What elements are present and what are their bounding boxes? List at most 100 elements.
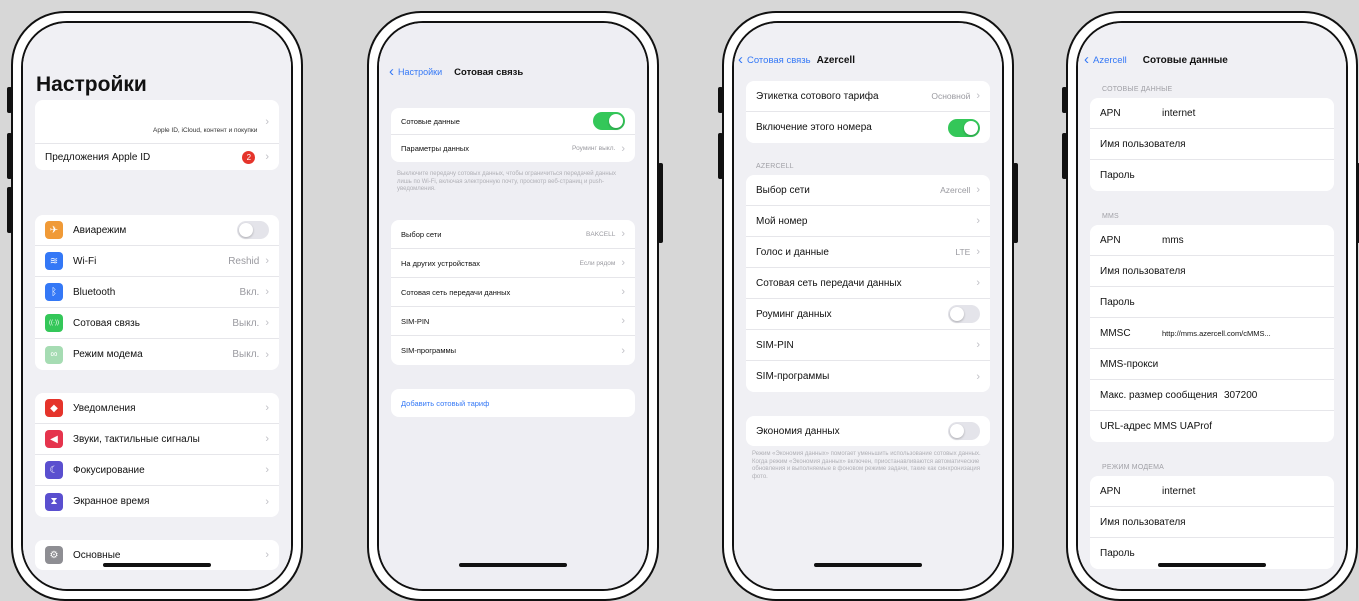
- chevron-right-icon: ›: [265, 151, 269, 163]
- settings-row-apn[interactable]: APN internet: [1090, 98, 1334, 129]
- chevron-right-icon: ›: [976, 277, 980, 289]
- nav-bar: ‹ Azercell Сотовые данные: [1078, 49, 1346, 71]
- footnote: Режим «Экономия данных» помогает уменьши…: [752, 451, 981, 480]
- settings-row-mms-прокси[interactable]: MMS-прокси: [1090, 349, 1334, 380]
- row-label: APN: [1100, 485, 1121, 497]
- back-button[interactable]: ‹ Сотовая связь: [738, 52, 811, 67]
- moon-icon: ☾: [45, 461, 63, 479]
- settings-row-уведомления[interactable]: ◆ Уведомления ›: [35, 393, 279, 424]
- settings-row-выбор-сети[interactable]: Выбор сети BAKCELL ›: [391, 220, 635, 249]
- settings-row-url-адрес-mms-uaprof[interactable]: URL-адрес MMS UAProf: [1090, 411, 1334, 442]
- screen: ‹ Azercell Сотовые данные СОТОВЫЕ ДАННЫЕ…: [1078, 23, 1346, 589]
- settings-row-sim-программы[interactable]: SIM-программы ›: [746, 361, 990, 392]
- settings-row-mmsc[interactable]: MMSC http://mms.azercell.com/cMMS...: [1090, 318, 1334, 349]
- settings-row-режим-модема[interactable]: ∞ Режим модема Выкл. ›: [35, 339, 279, 370]
- notifications-group: ◆ Уведомления › ◀ Звуки, тактильные сигналы ›…: [35, 393, 279, 517]
- chevron-right-icon: ›: [976, 370, 980, 383]
- row-label: Уведомления: [73, 402, 136, 414]
- phone-cellular-data: ‹ Azercell Сотовые данные СОТОВЫЕ ДАННЫЕ…: [1062, 11, 1359, 601]
- row-value: LTE: [955, 247, 971, 257]
- settings-row-выбор-сети[interactable]: Выбор сети Azercell ›: [746, 175, 990, 206]
- row-value: Выкл.: [232, 317, 260, 329]
- toggle-switch[interactable]: [593, 112, 625, 130]
- gear-icon: ⚙: [45, 546, 63, 564]
- settings-row-сотовые-данные[interactable]: Сотовые данные: [391, 108, 635, 135]
- apple-id-subtitle: Apple ID, iCloud, контент и покупки: [153, 127, 258, 134]
- row-value: internet: [1162, 107, 1196, 119]
- chevron-right-icon: ›: [621, 257, 625, 269]
- phone-cellular: ‹ Настройки Сотовая связь Сотовые данные…: [367, 11, 663, 601]
- settings-row-bluetooth[interactable]: ᛒ Bluetooth Вкл. ›: [35, 277, 279, 308]
- back-button[interactable]: ‹ Настройки: [389, 64, 442, 79]
- settings-row-экономия-данных[interactable]: Экономия данных: [746, 416, 990, 446]
- settings-row-звуки-тактильные-сигналы[interactable]: ◀ Звуки, тактильные сигналы ›: [35, 424, 279, 455]
- settings-row-этикетка-сотового-тарифа[interactable]: Этикетка сотового тарифа Основной ›: [746, 81, 990, 112]
- row-label: Сотовые данные: [401, 116, 460, 126]
- settings-row-sim-pin[interactable]: SIM-PIN ›: [746, 330, 990, 361]
- bell-icon: ◆: [45, 399, 63, 417]
- screen: ‹ Сотовая связь Azercell Этикетка сотово…: [734, 23, 1002, 589]
- settings-row-имя-пользователя[interactable]: Имя пользователя: [1090, 129, 1334, 160]
- apple-id-row[interactable]: Apple ID, iCloud, контент и покупки ›: [35, 100, 279, 144]
- speaker-icon: ◀: [45, 430, 63, 448]
- section-header: СОТОВЫЕ ДАННЫЕ: [1102, 86, 1173, 93]
- settings-row-роуминг-данных[interactable]: Роуминг данных: [746, 299, 990, 330]
- wifi-icon: ≋: [45, 252, 63, 270]
- row-label: Сотовая сеть передачи данных: [401, 287, 511, 297]
- toggle-switch[interactable]: [948, 305, 980, 323]
- row-label: SIM-программы: [756, 371, 830, 382]
- row-value: internet: [1162, 485, 1196, 497]
- add-plan-button[interactable]: Добавить сотовый тариф: [391, 389, 635, 417]
- settings-row-имя-пользователя[interactable]: Имя пользователя: [1090, 256, 1334, 287]
- back-button[interactable]: ‹ Azercell: [1084, 52, 1127, 67]
- chevron-right-icon: ›: [621, 286, 625, 298]
- settings-row-сотовая-сеть-передачи-данных[interactable]: Сотовая сеть передачи данных ›: [391, 278, 635, 307]
- settings-row-сотовая-связь[interactable]: ((·)) Сотовая связь Выкл. ›: [35, 308, 279, 339]
- page-title: Настройки: [36, 73, 147, 96]
- nav-title: Сотовая связь: [454, 66, 524, 78]
- back-label: Azercell: [1093, 54, 1127, 66]
- settings-row-авиарежим[interactable]: ✈ Авиарежим: [35, 215, 279, 246]
- chevron-right-icon: ›: [265, 317, 269, 329]
- row-label: SIM-PIN: [756, 339, 794, 351]
- home-indicator: [1158, 563, 1266, 567]
- settings-row-на-других-устройствах[interactable]: На других устройствах Если рядом ›: [391, 249, 635, 278]
- settings-row-сотовая-сеть-передачи-данных[interactable]: Сотовая сеть передачи данных ›: [746, 268, 990, 299]
- row-label: SIM-программы: [401, 346, 457, 355]
- screen: ‹ Настройки Сотовая связь Сотовые данные…: [379, 23, 647, 589]
- row-label: Выбор сети: [401, 229, 442, 239]
- row-label: SIM-PIN: [401, 316, 430, 326]
- settings-row-мой-номер[interactable]: Мой номер ›: [746, 206, 990, 237]
- row-label: Экранное время: [73, 496, 150, 507]
- row-label: Этикетка сотового тарифа: [756, 90, 879, 102]
- chevron-right-icon: ›: [976, 184, 980, 196]
- toggle-switch[interactable]: [948, 118, 980, 137]
- phone-azercell: ‹ Сотовая связь Azercell Этикетка сотово…: [718, 11, 1018, 601]
- settings-row-wi-fi[interactable]: ≋ Wi-Fi Reshid ›: [35, 246, 279, 277]
- settings-row-имя-пользователя[interactable]: Имя пользователя: [1090, 507, 1334, 538]
- chevron-right-icon: ›: [265, 433, 269, 445]
- settings-row-sim-программы[interactable]: SIM-программы ›: [391, 336, 635, 365]
- row-label: Мой номер: [756, 215, 808, 227]
- settings-row-включение-этого-номера[interactable]: Включение этого номера: [746, 112, 990, 143]
- bluetooth-icon: ᛒ: [45, 283, 63, 301]
- chevron-right-icon: ›: [265, 549, 269, 561]
- row-value: Если рядом: [579, 259, 616, 267]
- settings-row-apn[interactable]: APN mms: [1090, 225, 1334, 256]
- settings-row-параметры-данных[interactable]: Параметры данных Роуминг выкл. ›: [391, 135, 635, 162]
- apple-id-offers-row[interactable]: Предложения Apple ID 2 ›: [35, 144, 279, 170]
- plan-group: Этикетка сотового тарифа Основной › Включен…: [746, 81, 990, 143]
- row-label: Имя пользователя: [1100, 265, 1186, 277]
- settings-row-apn[interactable]: APN internet: [1090, 476, 1334, 507]
- cellular-data-group: APN internet Имя пользователя Пароль: [1090, 98, 1334, 191]
- toggle-switch[interactable]: [948, 422, 980, 440]
- settings-row-экранное-время[interactable]: ⧗ Экранное время ›: [35, 486, 279, 517]
- settings-row-пароль[interactable]: Пароль: [1090, 287, 1334, 318]
- airplane-mode-toggle[interactable]: [237, 221, 269, 239]
- settings-row-голос-и-данные[interactable]: Голос и данные LTE ›: [746, 237, 990, 268]
- settings-row-sim-pin[interactable]: SIM-PIN ›: [391, 307, 635, 336]
- settings-row-пароль[interactable]: Пароль: [1090, 160, 1334, 191]
- settings-row-макс-размер-сообщения[interactable]: Макс. размер сообщения 307200: [1090, 380, 1334, 411]
- settings-row-фокусирование[interactable]: ☾ Фокусирование ›: [35, 455, 279, 486]
- row-label: Авиарежим: [73, 224, 127, 236]
